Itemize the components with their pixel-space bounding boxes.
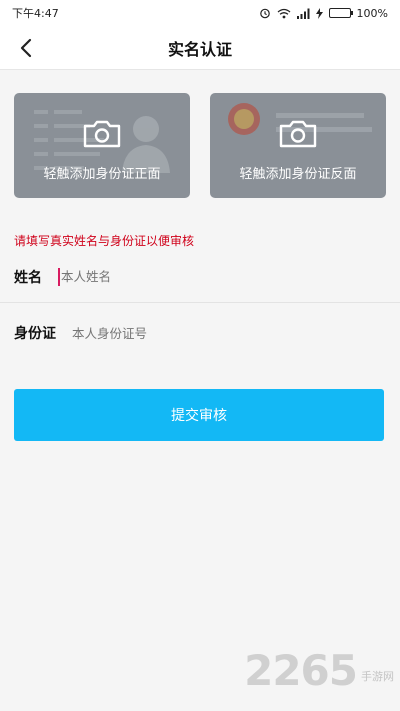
camera-icon — [83, 120, 121, 148]
id-number-row: 身份证 — [0, 307, 400, 359]
id-card-back-upload[interactable]: 轻触添加身份证反面 — [210, 93, 386, 198]
status-time: 下午4:47 — [12, 7, 59, 20]
name-label: 姓名 — [14, 269, 42, 286]
submit-button[interactable]: 提交审核 — [14, 389, 384, 441]
charging-icon — [315, 7, 323, 19]
alarm-icon — [259, 8, 270, 19]
id-number-label: 身份证 — [14, 326, 56, 342]
notice-text: 请填写真实姓名与身份证以便审核 — [14, 234, 195, 248]
text-cursor — [58, 267, 60, 286]
name-input[interactable] — [61, 269, 400, 284]
camera-icon — [279, 120, 317, 148]
watermark-number: 2265 — [244, 646, 358, 695]
signal-icon — [296, 8, 310, 19]
id-card-front-label: 轻触添加身份证正面 — [43, 167, 161, 182]
id-number-input[interactable] — [72, 325, 400, 341]
page-title: 实名认证 — [167, 39, 232, 59]
watermark-text: 手游网 — [361, 670, 394, 683]
id-card-back-label: 轻触添加身份证反面 — [239, 167, 357, 182]
status-bar: 下午4:47 100% — [0, 0, 400, 26]
id-card-upload-row: 轻触添加身份证正面 轻触添加身份证反面 — [14, 93, 386, 198]
watermark-logo: 2265 手游网 — [244, 646, 394, 695]
battery-percent: 100% — [356, 6, 388, 20]
header-bar: 实名认证 — [0, 26, 400, 70]
status-icons: 100% — [259, 7, 388, 20]
back-button[interactable] — [10, 32, 42, 64]
id-card-front-upload[interactable]: 轻触添加身份证正面 — [14, 93, 190, 198]
chevron-left-icon — [20, 38, 32, 58]
name-row: 姓名 — [0, 251, 400, 303]
wifi-icon — [277, 8, 290, 18]
battery-icon — [328, 8, 353, 18]
